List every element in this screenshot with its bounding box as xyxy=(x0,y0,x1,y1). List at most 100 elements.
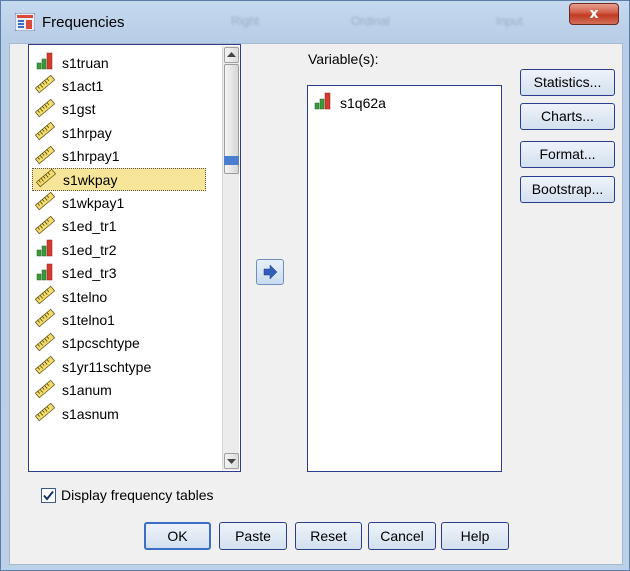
scale-ruler-icon xyxy=(34,215,56,235)
nominal-bar-icon xyxy=(34,238,56,261)
background-tab: Ordinal xyxy=(351,14,390,28)
scale-ruler-icon xyxy=(34,285,56,305)
charts-button[interactable]: Charts... xyxy=(520,103,615,130)
target-variable-list[interactable]: s1q62a xyxy=(307,85,502,472)
scroll-down-button[interactable] xyxy=(224,453,239,469)
source-variable-item[interactable]: s1act1 xyxy=(32,74,206,97)
source-variable-item[interactable]: s1hrpay1 xyxy=(32,145,206,168)
background-tab: Right xyxy=(231,14,260,28)
cancel-button[interactable]: Cancel xyxy=(368,522,436,550)
variable-name: s1yr11schtype xyxy=(62,358,152,375)
scale-ruler-icon xyxy=(34,74,56,97)
scroll-position-marker xyxy=(224,156,239,165)
variables-label: Variable(s): xyxy=(308,51,379,67)
ok-button[interactable]: OK xyxy=(144,522,211,550)
variable-name: s1telno1 xyxy=(62,311,115,328)
scale-ruler-icon xyxy=(34,332,56,352)
variable-name: s1q62a xyxy=(340,94,386,111)
scale-ruler-icon xyxy=(34,191,56,214)
variable-name: s1anum xyxy=(62,382,112,399)
source-variable-item[interactable]: s1telno1 xyxy=(32,308,206,331)
display-frequency-tables-checkbox[interactable] xyxy=(41,488,56,503)
scroll-up-button[interactable] xyxy=(224,47,239,63)
variable-name: s1ed_tr1 xyxy=(62,218,117,235)
variable-name: s1act1 xyxy=(62,77,104,94)
variable-name: s1gst xyxy=(62,101,96,118)
source-variable-item[interactable]: s1yr11schtype xyxy=(32,355,206,378)
source-variable-item[interactable]: s1ed_tr1 xyxy=(32,215,206,238)
statistics-label: Statistics... xyxy=(533,74,602,90)
close-button[interactable]: x xyxy=(569,3,619,25)
scale-ruler-icon xyxy=(34,402,56,422)
source-variable-item[interactable]: s1asnum xyxy=(32,402,206,425)
charts-label: Charts... xyxy=(541,108,594,124)
source-variable-item[interactable]: s1hrpay xyxy=(32,121,206,144)
scale-ruler-icon xyxy=(34,308,56,331)
scale-ruler-icon xyxy=(34,98,56,118)
source-variable-item[interactable]: s1wkpay xyxy=(32,168,206,191)
variable-name: s1wkpay1 xyxy=(62,194,125,211)
variable-name: s1ed_tr3 xyxy=(62,265,117,282)
nominal-bar-icon xyxy=(36,239,53,257)
format-button[interactable]: Format... xyxy=(520,141,615,168)
reset-label: Reset xyxy=(310,528,347,544)
triangle-down-icon xyxy=(227,459,236,464)
nominal-bar-icon xyxy=(312,91,334,114)
move-to-variables-button[interactable] xyxy=(256,259,284,285)
source-list-scrollbar[interactable] xyxy=(222,46,239,470)
source-variable-items: s1truan s1act1 s1gst s1hrpay s1hrpay1 s1wkpay… xyxy=(30,46,222,470)
help-label: Help xyxy=(460,528,490,544)
scale-ruler-icon xyxy=(34,355,56,378)
variable-name: s1ed_tr2 xyxy=(62,241,117,258)
arrow-right-icon xyxy=(263,264,278,280)
source-variable-item[interactable]: s1ed_tr3 xyxy=(32,262,206,285)
source-variable-item[interactable]: s1truan xyxy=(32,51,206,74)
variable-name: s1hrpay1 xyxy=(62,148,120,165)
frequencies-app-icon xyxy=(15,13,35,31)
scale-ruler-icon xyxy=(35,168,57,188)
scale-ruler-icon xyxy=(34,379,56,398)
title-bar[interactable]: Frequencies Right Ordinal Input x xyxy=(1,1,630,43)
bootstrap-label: Bootstrap... xyxy=(531,181,604,197)
bootstrap-button[interactable]: Bootstrap... xyxy=(520,176,615,203)
cancel-label: Cancel xyxy=(380,528,424,544)
scale-ruler-icon xyxy=(34,402,56,425)
window-title: Frequencies xyxy=(42,14,125,31)
background-tab: Input xyxy=(496,14,523,28)
scale-ruler-icon xyxy=(34,121,56,144)
source-variable-list[interactable]: s1truan s1act1 s1gst s1hrpay s1hrpay1 s1wkpay… xyxy=(28,44,241,472)
scale-ruler-icon xyxy=(34,285,56,308)
scale-ruler-icon xyxy=(34,145,56,164)
target-variable-item[interactable]: s1q62a xyxy=(310,91,484,114)
scale-ruler-icon xyxy=(34,355,56,375)
scale-ruler-icon xyxy=(34,309,56,328)
format-label: Format... xyxy=(539,146,596,162)
ok-label: OK xyxy=(167,528,188,544)
scale-ruler-icon xyxy=(34,215,56,238)
paste-button[interactable]: Paste xyxy=(219,522,287,550)
scale-ruler-icon xyxy=(34,98,56,121)
nominal-bar-icon xyxy=(34,262,56,285)
source-variable-item[interactable]: s1telno xyxy=(32,285,206,308)
source-variable-item[interactable]: s1anum xyxy=(32,379,206,402)
checkmark-icon xyxy=(43,490,54,501)
statistics-button[interactable]: Statistics... xyxy=(520,69,615,96)
variable-name: s1pcschtype xyxy=(62,335,140,352)
scale-ruler-icon xyxy=(34,145,56,168)
variable-name: s1asnum xyxy=(62,405,119,422)
reset-button[interactable]: Reset xyxy=(295,522,362,550)
close-icon: x xyxy=(589,6,599,22)
frequencies-dialog: Frequencies Right Ordinal Input x s1trua… xyxy=(0,0,630,571)
nominal-bar-icon xyxy=(36,52,53,70)
source-variable-item[interactable]: s1gst xyxy=(32,98,206,121)
help-button[interactable]: Help xyxy=(441,522,509,550)
nominal-bar-icon xyxy=(34,51,56,74)
variable-name: s1telno xyxy=(62,288,108,305)
scale-ruler-icon xyxy=(34,192,56,211)
variable-name: s1hrpay xyxy=(62,124,112,141)
source-variable-item[interactable]: s1wkpay1 xyxy=(32,191,206,214)
source-variable-item[interactable]: s1ed_tr2 xyxy=(32,238,206,261)
variable-name: s1wkpay xyxy=(63,171,118,188)
source-variable-item[interactable]: s1pcschtype xyxy=(32,332,206,355)
scale-ruler-icon xyxy=(35,168,57,191)
